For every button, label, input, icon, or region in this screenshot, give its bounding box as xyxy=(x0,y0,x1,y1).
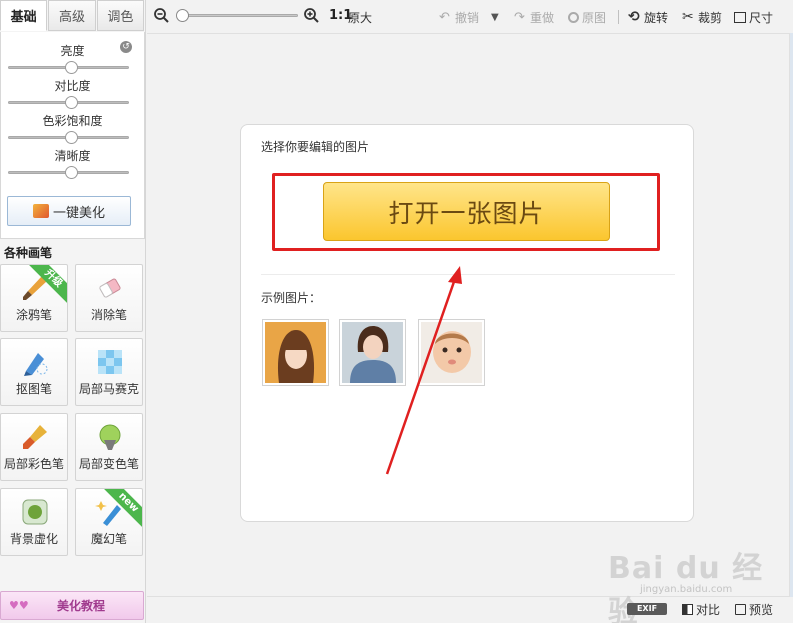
tutorial-label: 美化教程 xyxy=(57,599,106,613)
one-click-label: 一键美化 xyxy=(52,205,105,221)
redo-button[interactable]: ↷ 重做 xyxy=(514,8,554,26)
mosaic-icon xyxy=(98,350,122,374)
original-image-label: 原图 xyxy=(582,10,607,25)
brushes-title: 各种画笔 xyxy=(4,246,53,260)
preview-button[interactable]: 预览 xyxy=(735,600,773,618)
open-image-card: 选择你要编辑的图片 打开一张图片 示例图片： xyxy=(240,124,694,522)
rotate-button[interactable]: ⟲ 旋转 xyxy=(628,8,668,26)
redo-label: 重做 xyxy=(530,10,555,25)
eraser-icon xyxy=(99,278,121,298)
crop-button[interactable]: ✂ 裁剪 xyxy=(682,8,722,26)
zoom-in-icon[interactable] xyxy=(304,8,319,23)
highlight-box xyxy=(272,173,660,251)
compare-icon xyxy=(682,603,693,615)
brush-cutout[interactable]: 抠图笔 xyxy=(0,338,68,406)
blur-icon xyxy=(22,499,48,525)
left-panel: 基础 高级 调色 ↺ 亮度 对比度 色彩饱和度 清晰度 一键美化 各种画笔 升级… xyxy=(0,0,146,623)
examples-title: 示例图片： xyxy=(261,291,322,305)
original-size-button[interactable]: 原大 xyxy=(348,9,372,26)
example-photo-1 xyxy=(265,322,326,383)
brush-label: 局部变色笔 xyxy=(78,457,139,471)
card-title: 选择你要编辑的图片 xyxy=(261,140,370,154)
brush-eraser[interactable]: 消除笔 xyxy=(75,264,143,332)
brush-label: 涂鸦笔 xyxy=(15,308,52,322)
recolor-icon xyxy=(99,424,121,450)
one-click-beautify-button[interactable]: 一键美化 xyxy=(7,196,131,226)
contrast-label: 对比度 xyxy=(54,79,91,93)
resize-button[interactable]: 尺寸 xyxy=(734,8,773,26)
brush-label: 魔幻笔 xyxy=(90,532,127,546)
brush-label: 消除笔 xyxy=(90,308,127,322)
undo-button[interactable]: ↶ 撤销 xyxy=(439,8,479,26)
resize-icon xyxy=(734,11,746,23)
brush-label: 背景虚化 xyxy=(9,532,58,546)
resize-label: 尺寸 xyxy=(749,10,774,25)
saturation-slider-thumb[interactable] xyxy=(65,131,78,144)
sharpness-slider-thumb[interactable] xyxy=(65,166,78,179)
cutout-pen-icon xyxy=(24,353,48,376)
circle-icon xyxy=(568,11,579,23)
footprint-icon: ♥♥ xyxy=(9,598,29,612)
undo-dropdown[interactable]: ▼ xyxy=(491,8,499,26)
crop-label: 裁剪 xyxy=(698,10,723,25)
rotate-icon: ⟲ xyxy=(628,8,640,25)
preview-label: 预览 xyxy=(749,602,774,617)
sharpness-label: 清晰度 xyxy=(54,149,91,163)
card-divider xyxy=(261,274,675,275)
sharpness-slider-row: 清晰度 xyxy=(7,147,138,182)
zoom-out-icon[interactable] xyxy=(154,8,169,23)
zoom-slider-thumb[interactable] xyxy=(176,9,189,22)
tutorial-button[interactable]: ♥♥ 美化教程 xyxy=(0,591,144,620)
red-arrow-annotation xyxy=(385,266,462,475)
chevron-down-icon: ▼ xyxy=(491,11,499,23)
top-toolbar: 1:1 原大 ↶ 撤销 ▼ ↷ 重做 原图 ⟲ 旋转 ✂ 裁剪 尺寸 xyxy=(147,0,793,33)
saturation-slider[interactable] xyxy=(8,131,129,144)
contrast-slider[interactable] xyxy=(8,96,129,109)
redo-icon: ↷ xyxy=(514,9,525,25)
brush-bg-blur[interactable]: 背景虚化 xyxy=(0,488,68,556)
watermark-url: jingyan.baidu.com xyxy=(640,584,733,595)
brightness-slider[interactable] xyxy=(8,61,129,74)
brush-label: 抠图笔 xyxy=(15,382,52,396)
brightness-slider-thumb[interactable] xyxy=(65,61,78,74)
exif-badge[interactable]: EXIF xyxy=(627,603,667,615)
zoom-slider[interactable] xyxy=(176,9,298,22)
sharpness-slider[interactable] xyxy=(8,166,129,179)
brush-recolor[interactable]: 局部变色笔 xyxy=(75,413,143,481)
contrast-slider-row: 对比度 xyxy=(7,77,138,112)
color-brush-icon xyxy=(23,425,47,449)
brush-doodle[interactable]: 升级 涂鸦笔 xyxy=(0,264,68,332)
undo-label: 撤销 xyxy=(455,10,480,25)
tab-color[interactable]: 调色 xyxy=(96,0,144,31)
brush-mosaic[interactable]: 局部马赛克 xyxy=(75,338,143,406)
saturation-label: 色彩饱和度 xyxy=(42,114,103,128)
magic-brush-icon xyxy=(32,204,49,218)
tab-advanced[interactable]: 高级 xyxy=(48,0,96,31)
contrast-slider-thumb[interactable] xyxy=(65,96,78,109)
brightness-slider-row: 亮度 xyxy=(7,42,138,77)
brightness-label: 亮度 xyxy=(60,44,85,58)
brush-magic[interactable]: new 魔幻笔 xyxy=(75,488,143,556)
toolbar-divider xyxy=(618,10,619,24)
brush-label: 局部彩色笔 xyxy=(3,457,64,471)
tab-basic[interactable]: 基础 xyxy=(0,0,48,31)
brush-local-color[interactable]: 局部彩色笔 xyxy=(0,413,68,481)
scissors-icon: ✂ xyxy=(682,8,694,25)
saturation-slider-row: 色彩饱和度 xyxy=(7,112,138,147)
original-image-button[interactable]: 原图 xyxy=(568,8,606,26)
compare-label: 对比 xyxy=(696,602,721,617)
undo-icon: ↶ xyxy=(439,9,450,25)
preview-icon xyxy=(735,603,746,615)
compare-button[interactable]: 对比 xyxy=(682,600,720,618)
tab-bar: 基础 高级 调色 xyxy=(0,0,145,32)
brush-label: 局部马赛克 xyxy=(78,382,139,396)
example-thumbnail-1[interactable] xyxy=(262,319,329,386)
rotate-label: 旋转 xyxy=(644,10,669,25)
